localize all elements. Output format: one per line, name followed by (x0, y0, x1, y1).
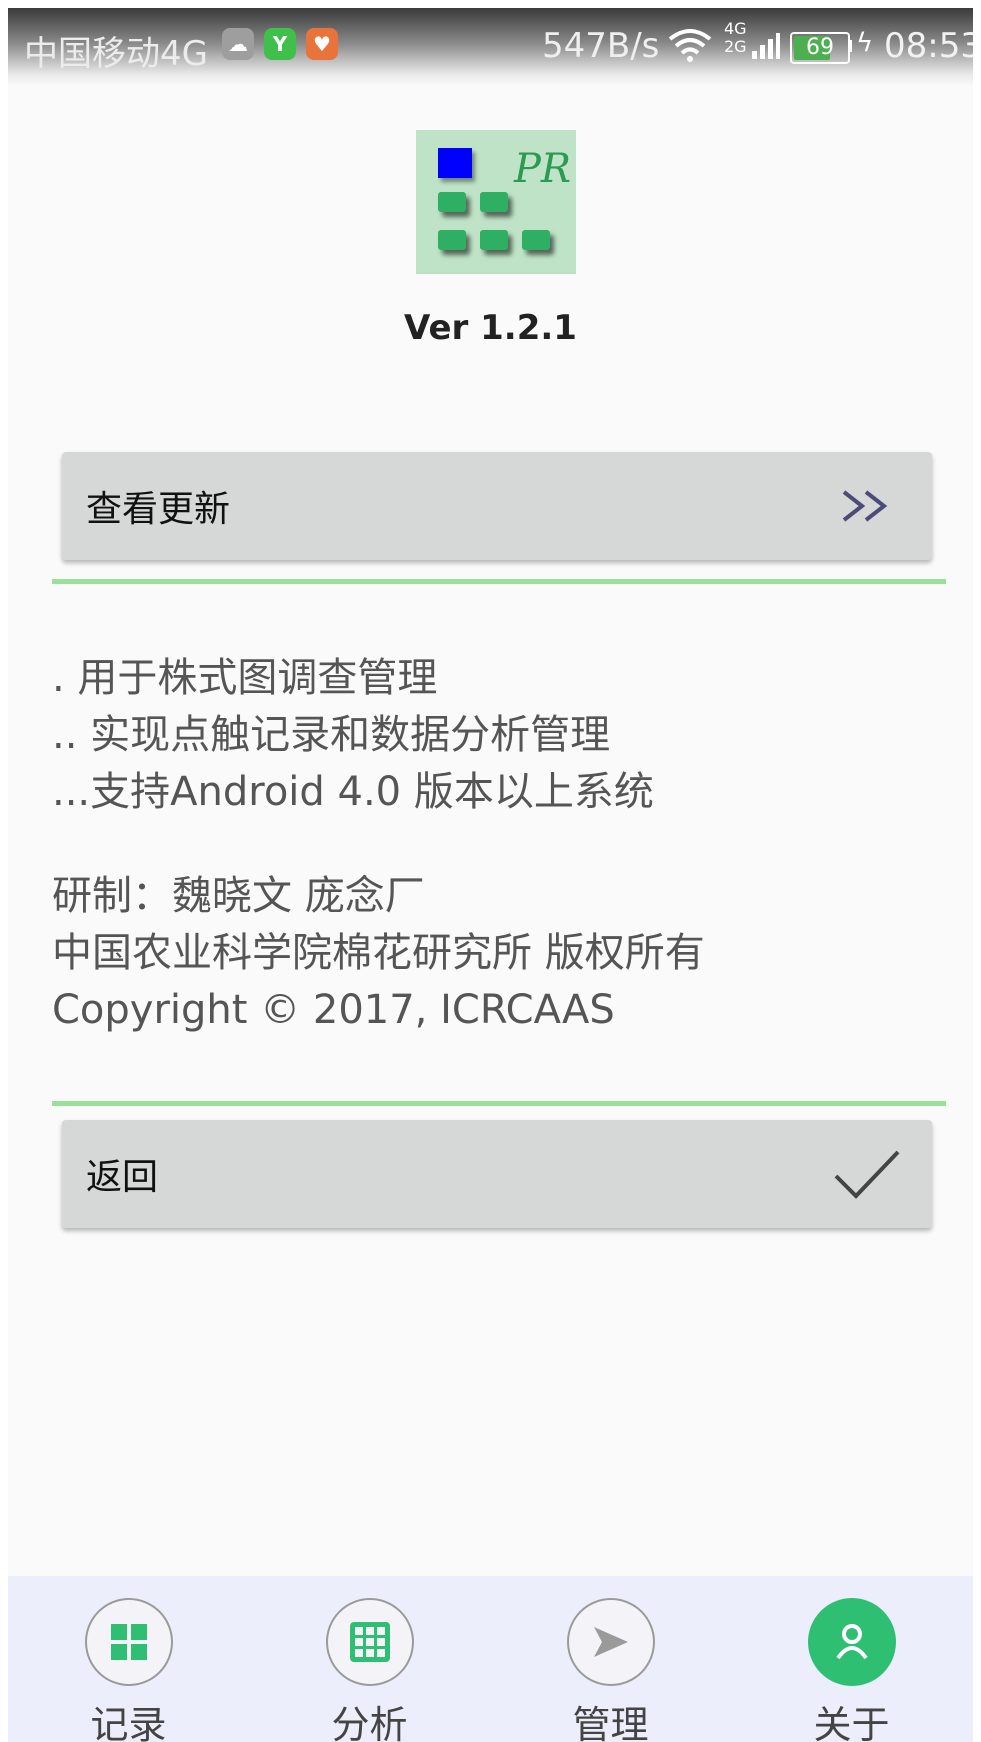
nav-label: 管理 (572, 1703, 649, 1742)
heart-app-icon: ♥ (306, 28, 338, 60)
check-icon (832, 1146, 902, 1206)
bottom-nav: 记录 分析 管理 关于 (8, 1576, 973, 1742)
logo-cell (438, 192, 466, 212)
logo-cell (522, 230, 550, 250)
app-screen: 中国移动4G ☁ Y ♥ 547B/s 4G 2G 69 ϟ 08:53 PR … (8, 8, 973, 1742)
logo-blue-square (438, 148, 472, 178)
cloud-app-icon: ☁ (222, 28, 254, 60)
back-button[interactable]: 返回 (62, 1120, 932, 1228)
description-block: . 用于株式图调查管理 .. 实现点触记录和数据分析管理 ...支持Androi… (52, 650, 654, 821)
version-label: Ver 1.2.1 (404, 308, 577, 348)
check-update-label: 查看更新 (86, 489, 231, 530)
y-app-icon: Y (264, 28, 296, 60)
nav-item-about[interactable]: 关于 (731, 1576, 972, 1742)
divider-top (52, 579, 946, 584)
credits-line: 中国农业科学院棉花研究所 版权所有 (52, 930, 705, 976)
nav-item-record[interactable]: 记录 (8, 1576, 249, 1742)
logo-text: PR (514, 146, 572, 192)
divider-bottom (52, 1101, 946, 1106)
wifi-icon (668, 28, 712, 71)
battery-level: 69 (806, 35, 834, 60)
nav-label: 分析 (331, 1703, 408, 1742)
nav-item-manage[interactable]: 管理 (490, 1576, 731, 1742)
logo-cell (438, 230, 466, 250)
logo-cell (480, 230, 508, 250)
clock: 08:53 (884, 26, 973, 66)
grid-3x3-icon (325, 1598, 414, 1686)
network-type: 4G 2G (724, 19, 747, 56)
credits-block: 研制：魏晓文 庞念厂 中国农业科学院棉花研究所 版权所有 Copyright ©… (52, 868, 705, 1039)
grid-2x2-icon (84, 1598, 173, 1686)
signal-icon (750, 30, 780, 70)
charging-icon: ϟ (856, 28, 874, 58)
nav-label: 记录 (90, 1703, 167, 1742)
network-speed: 547B/s (542, 26, 660, 66)
logo-cell (480, 192, 508, 212)
app-logo: PR (416, 130, 576, 274)
battery-tip (848, 40, 852, 52)
credits-line: 研制：魏晓文 庞念厂 (52, 873, 425, 919)
description-line: ...支持Android 4.0 版本以上系统 (52, 769, 654, 815)
chevron-right-icon (840, 484, 892, 532)
battery-icon: 69 (790, 32, 850, 64)
carrier-label: 中国移动4G (24, 34, 208, 74)
nav-item-analysis[interactable]: 分析 (249, 1576, 490, 1742)
back-label: 返回 (86, 1157, 159, 1198)
description-line: .. 实现点触记录和数据分析管理 (52, 712, 611, 758)
person-icon (807, 1598, 896, 1686)
copyright-line: Copyright © 2017, ICRCAAS (52, 987, 615, 1033)
check-update-button[interactable]: 查看更新 (62, 452, 932, 560)
status-bar: 中国移动4G ☁ Y ♥ 547B/s 4G 2G 69 ϟ 08:53 (8, 8, 973, 86)
nav-label: 关于 (813, 1703, 890, 1742)
send-icon (566, 1598, 655, 1686)
description-line: . 用于株式图调查管理 (52, 655, 438, 701)
